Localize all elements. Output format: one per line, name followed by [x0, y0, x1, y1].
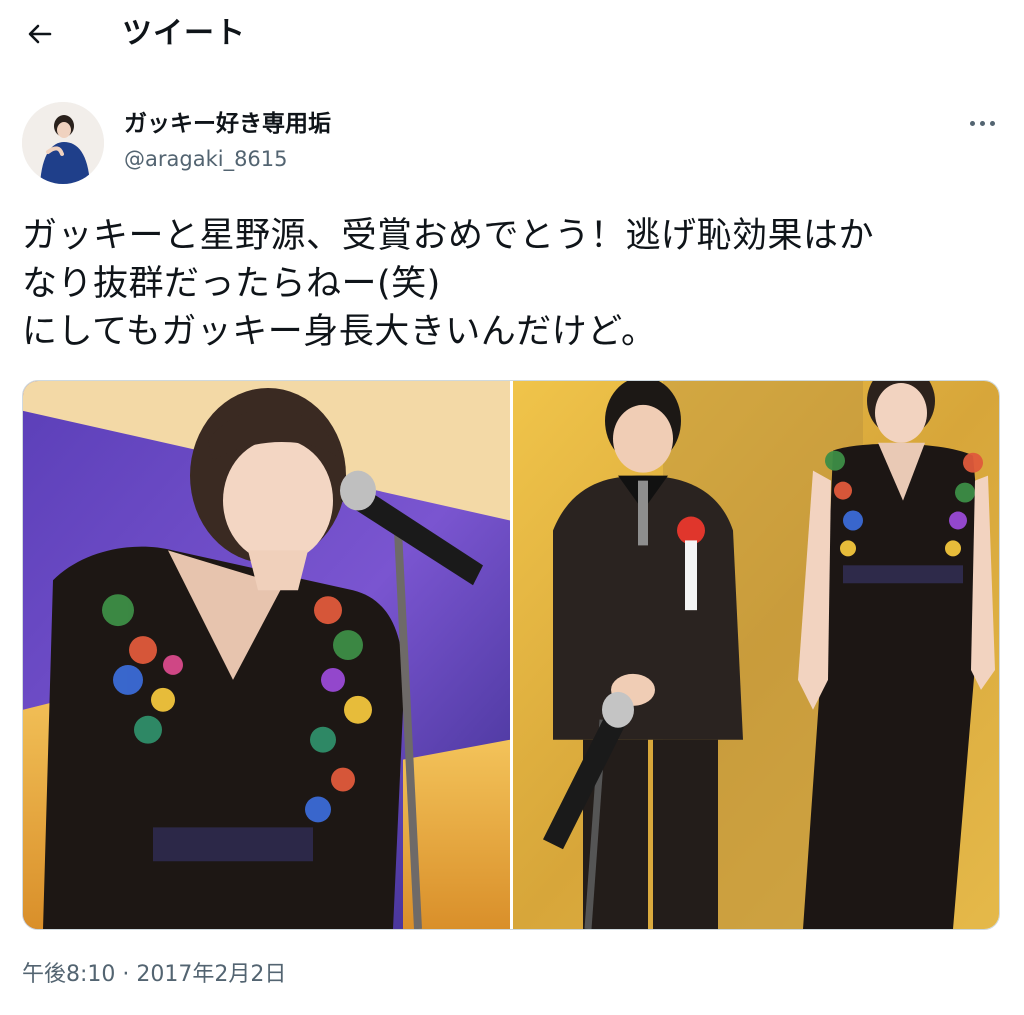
tweet-media — [22, 380, 1000, 930]
avatar[interactable] — [22, 102, 104, 184]
page-title: ツイート — [122, 16, 246, 51]
tweet-text-line: なり抜群だったらねー(笑) — [22, 264, 441, 304]
photo-woman-at-microphone — [23, 381, 510, 929]
author-display-name[interactable]: ガッキー好き専用垢 — [124, 109, 331, 139]
more-options-button[interactable] — [962, 108, 1002, 138]
tweet-photo-2[interactable] — [513, 381, 999, 929]
photo-man-and-woman-standing — [513, 381, 999, 929]
back-button[interactable] — [22, 16, 58, 52]
top-bar: ツイート — [0, 0, 1024, 72]
tweet-photo-1[interactable] — [23, 381, 510, 929]
more-horizontal-icon — [970, 121, 975, 126]
tweet-text-line: にしてもガッキー身長大きいんだけど。 — [22, 312, 657, 352]
tweet-text: ガッキーと星野源、受賞おめでとう！逃げ恥効果はか なり抜群だったらねー(笑) に… — [22, 212, 1012, 356]
arrow-left-icon — [28, 24, 52, 44]
avatar-image — [22, 102, 104, 184]
tweet-text-line: ガッキーと星野源、受賞おめでとう！逃げ恥効果はか — [22, 216, 875, 256]
tweet-timestamp[interactable]: 午後8:10 · 2017年2月2日 — [22, 960, 286, 990]
author-handle[interactable]: @aragaki_8615 — [124, 144, 288, 174]
